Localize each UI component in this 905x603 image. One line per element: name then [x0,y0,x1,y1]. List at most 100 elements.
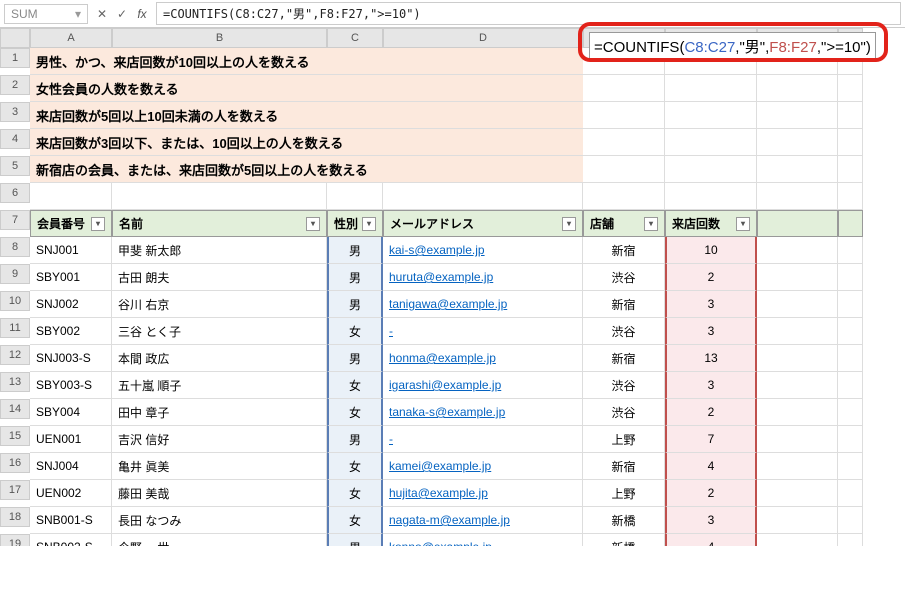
email-link[interactable]: - [389,432,393,446]
cell-E17[interactable]: 上野 [583,480,665,507]
email-link[interactable]: kamei@example.jp [389,459,491,473]
row-header-14[interactable]: 14 [0,399,30,419]
select-all-corner[interactable] [0,28,30,48]
cell-F9[interactable]: 2 [665,264,757,291]
cell-G18[interactable] [757,507,838,534]
cell-G5[interactable] [757,156,838,183]
filter-icon[interactable]: ▾ [736,217,750,231]
email-link[interactable]: kai-s@example.jp [389,243,485,257]
cell-C11[interactable]: 女 [327,318,383,345]
cell-B8[interactable]: 甲斐 新太郎 [112,237,327,264]
cell-H18[interactable] [838,507,863,534]
cell-D15[interactable]: - [383,426,583,453]
cell-A15[interactable]: UEN001 [30,426,112,453]
cell-C16[interactable]: 女 [327,453,383,480]
cell-E14[interactable]: 渋谷 [583,399,665,426]
cell-blank[interactable] [757,183,838,210]
row-header-17[interactable]: 17 [0,480,30,500]
cell-B11[interactable]: 三谷 とく子 [112,318,327,345]
name-box[interactable]: SUM [4,4,88,24]
cell-F11[interactable]: 3 [665,318,757,345]
cell-H15[interactable] [838,426,863,453]
filter-icon[interactable]: ▾ [644,217,658,231]
cell-E9[interactable]: 渋谷 [583,264,665,291]
cell-H13[interactable] [838,372,863,399]
cell-E8[interactable]: 新宿 [583,237,665,264]
cell-C8[interactable]: 男 [327,237,383,264]
cell-E11[interactable]: 渋谷 [583,318,665,345]
description-cell[interactable]: 来店回数が3回以下、または、10回以上の人を数える [30,129,583,156]
cell-B19[interactable]: 今野 一世 [112,534,327,546]
cell-G17[interactable] [757,480,838,507]
cell-H2[interactable] [838,75,863,102]
row-header-1[interactable]: 1 [0,48,30,68]
email-link[interactable]: tanigawa@example.jp [389,297,507,311]
description-cell[interactable]: 新宿店の会員、または、来店回数が5回以上の人を数える [30,156,583,183]
cell-A16[interactable]: SNJ004 [30,453,112,480]
cell-E4[interactable] [583,129,665,156]
cell-G16[interactable] [757,453,838,480]
cell-A8[interactable]: SNJ001 [30,237,112,264]
cell-D18[interactable]: nagata-m@example.jp [383,507,583,534]
cell-B14[interactable]: 田中 章子 [112,399,327,426]
hdr-B[interactable]: 名前▾ [112,210,327,237]
cell-F14[interactable]: 2 [665,399,757,426]
hdr-A[interactable]: 会員番号▾ [30,210,112,237]
email-link[interactable]: hujita@example.jp [389,486,488,500]
cell-E10[interactable]: 新宿 [583,291,665,318]
row-header-10[interactable]: 10 [0,291,30,311]
filter-icon[interactable]: ▾ [562,217,576,231]
row-header-19[interactable]: 19 [0,534,30,546]
row-header-15[interactable]: 15 [0,426,30,446]
cell-D8[interactable]: kai-s@example.jp [383,237,583,264]
cell-H19[interactable] [838,534,863,546]
col-header-A[interactable]: A [30,28,112,48]
description-cell[interactable]: 女性会員の人数を数える [30,75,583,102]
cell-E16[interactable]: 新宿 [583,453,665,480]
row-header-6[interactable]: 6 [0,183,30,203]
row-header-5[interactable]: 5 [0,156,30,176]
email-link[interactable]: igarashi@example.jp [389,378,501,392]
cell-D11[interactable]: - [383,318,583,345]
cell-H17[interactable] [838,480,863,507]
row-header-13[interactable]: 13 [0,372,30,392]
cell-G15[interactable] [757,426,838,453]
cell-D12[interactable]: honma@example.jp [383,345,583,372]
cell-A13[interactable]: SBY003-S [30,372,112,399]
cell-blank[interactable] [327,183,383,210]
cell-G11[interactable] [757,318,838,345]
cell-F5[interactable] [665,156,757,183]
cell-G13[interactable] [757,372,838,399]
cell-D14[interactable]: tanaka-s@example.jp [383,399,583,426]
email-link[interactable]: nagata-m@example.jp [389,513,510,527]
cell-H12[interactable] [838,345,863,372]
cell-F2[interactable] [665,75,757,102]
cell-blank[interactable] [665,183,757,210]
cell-C12[interactable]: 男 [327,345,383,372]
cell-A12[interactable]: SNJ003-S [30,345,112,372]
cell-F10[interactable]: 3 [665,291,757,318]
email-link[interactable]: honma@example.jp [389,351,496,365]
cell-blank[interactable] [583,183,665,210]
cell-F18[interactable]: 3 [665,507,757,534]
description-cell[interactable]: 来店回数が5回以上10回未満の人を数える [30,102,583,129]
cell-E12[interactable]: 新宿 [583,345,665,372]
cell-G8[interactable] [757,237,838,264]
email-link[interactable]: konno@example.jp [389,540,492,546]
col-header-B[interactable]: B [112,28,327,48]
row-header-11[interactable]: 11 [0,318,30,338]
cancel-icon[interactable]: ✕ [92,7,112,21]
cell-G19[interactable] [757,534,838,546]
cell-A18[interactable]: SNB001-S [30,507,112,534]
filter-icon[interactable]: ▾ [306,217,320,231]
cell-H10[interactable] [838,291,863,318]
cell-E5[interactable] [583,156,665,183]
cell-B13[interactable]: 五十嵐 順子 [112,372,327,399]
row-header-12[interactable]: 12 [0,345,30,365]
cell-A19[interactable]: SNB002-S [30,534,112,546]
cell-F8[interactable]: 10 [665,237,757,264]
email-link[interactable]: tanaka-s@example.jp [389,405,505,419]
cell-H7[interactable] [838,210,863,237]
cell-G10[interactable] [757,291,838,318]
cell-H5[interactable] [838,156,863,183]
